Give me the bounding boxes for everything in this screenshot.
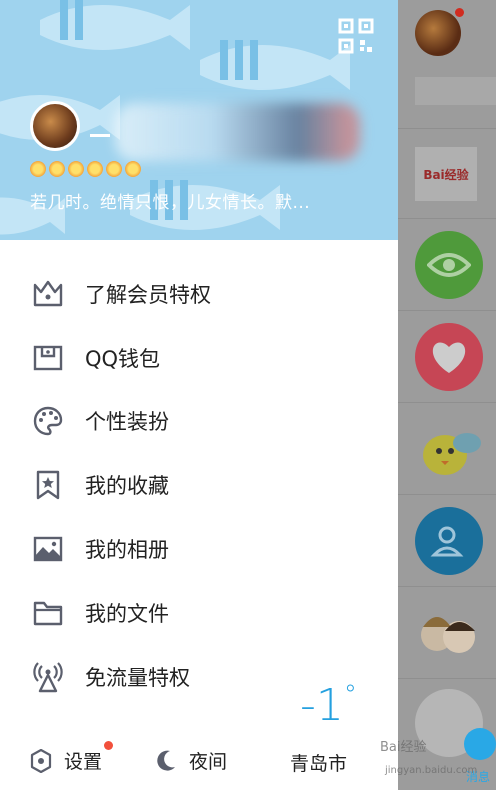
sun-icon — [106, 161, 122, 177]
sun-icon — [68, 161, 84, 177]
menu-item-label: QQ钱包 — [85, 346, 161, 371]
messages-tab-icon[interactable] — [464, 728, 496, 760]
night-mode-button[interactable]: 夜间 — [155, 747, 227, 774]
antenna-icon — [32, 661, 64, 693]
menu-item-album[interactable]: 我的相册 — [0, 517, 398, 581]
sun-icon — [30, 161, 46, 177]
strip-avatar — [415, 10, 461, 56]
chick-avatar — [415, 417, 483, 485]
conversation-item — [398, 402, 496, 495]
user-signature[interactable]: 若几时。绝情只恨，儿女情长。默... — [30, 188, 310, 213]
weather-temperature[interactable]: -1° — [300, 680, 357, 731]
sun-icon — [49, 161, 65, 177]
conversation-item: Bai经验 — [398, 128, 496, 221]
drawer-menu: 了解会员特权 QQ钱包 个性装扮 我的收藏 我的相册 我的文件 免流量特权 — [0, 262, 398, 709]
drawer-footer: 设置 夜间 青岛市 — [0, 735, 398, 790]
menu-item-theme[interactable]: 个性装扮 — [0, 390, 398, 454]
conversation-item — [398, 218, 496, 311]
sun-icon — [125, 161, 141, 177]
moon-icon — [157, 750, 175, 771]
menu-item-wallet[interactable]: QQ钱包 — [0, 326, 398, 390]
background-conversation-strip[interactable]: Bai经验 消息 — [398, 0, 496, 790]
temperature-unit: ° — [343, 680, 357, 710]
palette-icon — [32, 405, 64, 437]
menu-item-label: 我的文件 — [85, 601, 169, 626]
baidu-logo: Bai经验 — [415, 147, 477, 201]
hexagon-gear-icon — [30, 748, 52, 773]
settings-label: 设置 — [64, 751, 103, 773]
qr-code-icon[interactable] — [338, 18, 374, 54]
cartoon-avatar — [415, 601, 483, 669]
blurred-nickname — [115, 103, 360, 161]
level-badges[interactable] — [30, 161, 141, 177]
wallet-icon — [32, 342, 64, 374]
watermark-logo: Bai经验 — [380, 740, 427, 755]
drawer-panel: 若几时。绝情只恨，儿女情长。默... 了解会员特权 QQ钱包 个性装扮 我的收藏 — [0, 0, 398, 790]
menu-item-label: 我的相册 — [85, 538, 169, 563]
profile-header[interactable]: 若几时。绝情只恨，儿女情长。默... — [0, 0, 398, 240]
menu-item-favorites[interactable]: 我的收藏 — [0, 453, 398, 517]
sun-icon — [87, 161, 103, 177]
settings-button[interactable]: 设置 — [30, 741, 113, 774]
temperature-value: -1 — [300, 680, 344, 731]
conversation-item — [398, 310, 496, 403]
menu-item-label: 了解会员特权 — [85, 282, 211, 307]
user-avatar[interactable] — [30, 101, 80, 151]
nickname-mark — [90, 134, 110, 137]
menu-item-files[interactable]: 我的文件 — [0, 581, 398, 645]
contacts-icon — [415, 507, 483, 575]
watermark-url: jingyan.baidu.com — [385, 765, 478, 776]
menu-item-label: 个性装扮 — [85, 410, 169, 435]
notification-dot — [455, 8, 464, 17]
search-bar — [415, 77, 496, 105]
night-mode-label: 夜间 — [189, 751, 228, 773]
conversation-item — [398, 494, 496, 587]
bookmark-star-icon — [32, 469, 64, 501]
heart-icon — [415, 323, 483, 391]
settings-notification-dot — [104, 741, 113, 750]
folder-icon — [32, 597, 64, 629]
menu-item-label: 免流量特权 — [85, 665, 190, 690]
photo-icon — [32, 533, 64, 565]
menu-item-label: 我的收藏 — [85, 474, 169, 499]
weather-city[interactable]: 青岛市 — [290, 749, 347, 776]
eye-icon — [415, 231, 483, 299]
crown-icon — [32, 278, 64, 310]
menu-item-vip[interactable]: 了解会员特权 — [0, 262, 398, 326]
conversation-item — [398, 586, 496, 679]
